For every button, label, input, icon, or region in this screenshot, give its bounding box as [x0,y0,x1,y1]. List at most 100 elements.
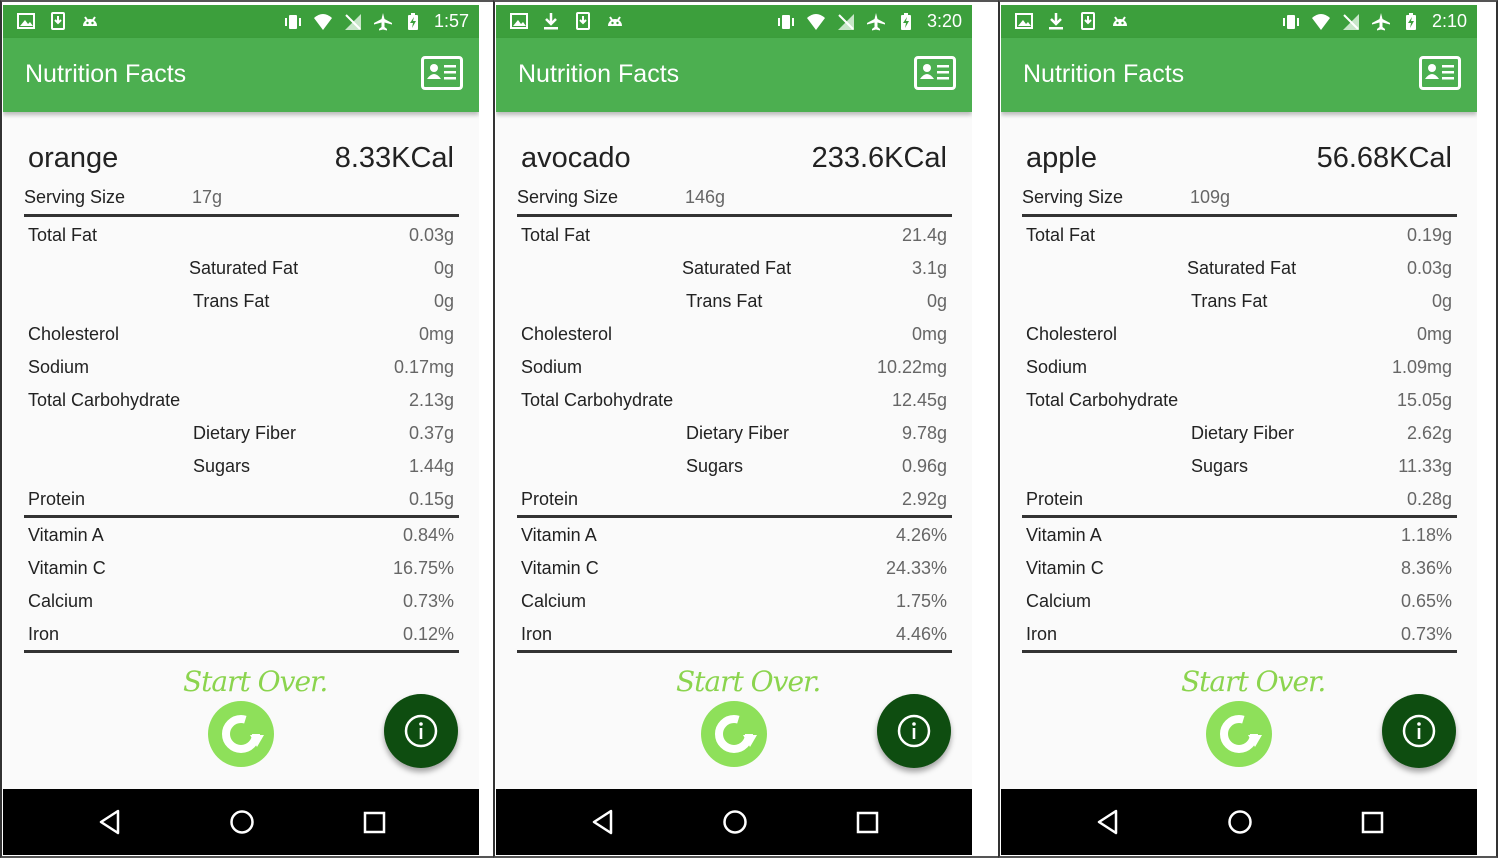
info-fab[interactable] [877,694,951,768]
divider [24,515,459,518]
contact-card-glyph [920,64,949,80]
back-icon[interactable] [98,809,124,840]
nutrient-value: 0.12% [402,624,454,644]
app-title: Nutrition Facts [518,60,680,88]
nutrient-value: 0.17mg [393,357,454,377]
nutrient-label: Sugars [1191,456,1249,476]
nutrient-value: 0mg [418,324,454,344]
nutrient-label: Dietary Fiber [1191,423,1295,443]
food-name: avocado [521,142,631,174]
nutrient-label: Vitamin A [1026,525,1102,545]
image-notification-icon [17,12,35,30]
profile-card-button[interactable] [1419,56,1461,90]
profile-card-button[interactable] [914,56,956,90]
nutrient-label: Iron [28,624,60,644]
nutrient-value: 1.09mg [1391,357,1452,377]
food-name: orange [28,142,119,174]
nutrient-label: Trans Fat [193,291,270,311]
home-icon[interactable] [229,809,255,840]
wifi-icon [806,13,825,31]
serving-size-value: 146g [685,187,726,207]
navigation-bar [1001,789,1477,855]
notification-icons [1015,12,1129,30]
refresh-icon [701,715,767,771]
info-glyph [1402,714,1436,748]
no-signal-icon [837,13,855,31]
phone-screen: 3:20 Nutrition Facts avocado 233.6KCal S… [496,5,972,855]
airplane-mode-icon [1371,12,1390,31]
nutrient-value: 2.62g [1406,423,1452,443]
info-fab[interactable] [1382,694,1456,768]
nutrient-value: 1.75% [895,591,947,611]
nutrient-label: Dietary Fiber [193,423,297,443]
image-notification-icon [510,12,528,30]
image-notification-icon [1015,12,1033,30]
food-name: apple [1026,142,1097,174]
recent-apps-icon[interactable] [856,811,879,839]
system-icons: 1:57 [284,11,469,32]
contact-card-glyph [427,64,456,80]
image-glyph [17,13,35,29]
wifi-glyph [1311,13,1330,30]
airplane-mode-icon [866,12,885,31]
nutrient-label: Vitamin A [28,525,104,545]
clock-time: 1:57 [433,11,469,31]
info-fab[interactable] [384,694,458,768]
recent-apps-icon[interactable] [1361,811,1384,839]
back-glyph [99,809,120,835]
image-glyph [1015,13,1033,29]
image-glyph [510,13,528,29]
info-glyph [404,714,438,748]
nutrient-value: 0g [1431,291,1452,311]
battery-glyph [1405,12,1416,30]
battery-glyph [407,12,418,30]
divider [517,515,952,518]
system-update-icon [1079,12,1097,30]
vibrate-glyph [777,14,794,29]
info-glyph [897,714,931,748]
back-icon[interactable] [591,809,617,840]
back-glyph [1097,809,1118,835]
nutrient-label: Calcium [28,591,94,611]
nutrient-label: Trans Fat [1191,291,1268,311]
nutrient-label: Calcium [1026,591,1092,611]
back-icon[interactable] [1096,809,1122,840]
divider [1022,515,1457,518]
app-bar: Nutrition Facts [3,38,479,112]
recent-glyph [856,811,879,834]
start-over-button[interactable] [1206,701,1272,767]
android-icon [606,12,624,30]
recent-apps-icon[interactable] [363,811,386,839]
nutrient-label: Total Fat [1026,225,1096,245]
start-over-label: Start Over. [183,665,328,698]
start-over-button[interactable] [701,701,767,767]
divider [1022,650,1457,653]
refresh-glyph [222,715,264,753]
vibrate-icon [1282,13,1300,31]
nutrient-value: 1.18% [1400,525,1452,545]
clock-time: 3:20 [926,11,962,31]
nutrient-value: 2.92g [901,489,947,509]
nutrient-value: 0g [926,291,947,311]
nutrient-label: Saturated Fat [189,258,299,278]
serving-size-label: Serving Size [1022,187,1124,207]
profile-card-button[interactable] [421,56,463,90]
app-title: Nutrition Facts [1023,60,1185,88]
vibrate-glyph [1282,14,1299,29]
nutrient-value: 4.46% [895,624,947,644]
nutrient-label: Sugars [193,456,251,476]
nutrient-label: Vitamin A [521,525,597,545]
start-over-label: Start Over. [1181,665,1326,698]
nutrient-label: Sugars [686,456,744,476]
start-over-button[interactable] [208,701,274,767]
nutrient-label: Vitamin C [521,558,599,578]
home-icon[interactable] [1227,809,1253,840]
app-bar: Nutrition Facts [1001,38,1477,112]
info-icon [1382,714,1456,772]
home-icon[interactable] [722,809,748,840]
nutrient-value: 0.19g [1406,225,1452,245]
download-icon [542,12,560,30]
android-glyph [83,16,97,26]
battery-charging-icon [897,12,915,31]
app-bar: Nutrition Facts [496,38,972,112]
